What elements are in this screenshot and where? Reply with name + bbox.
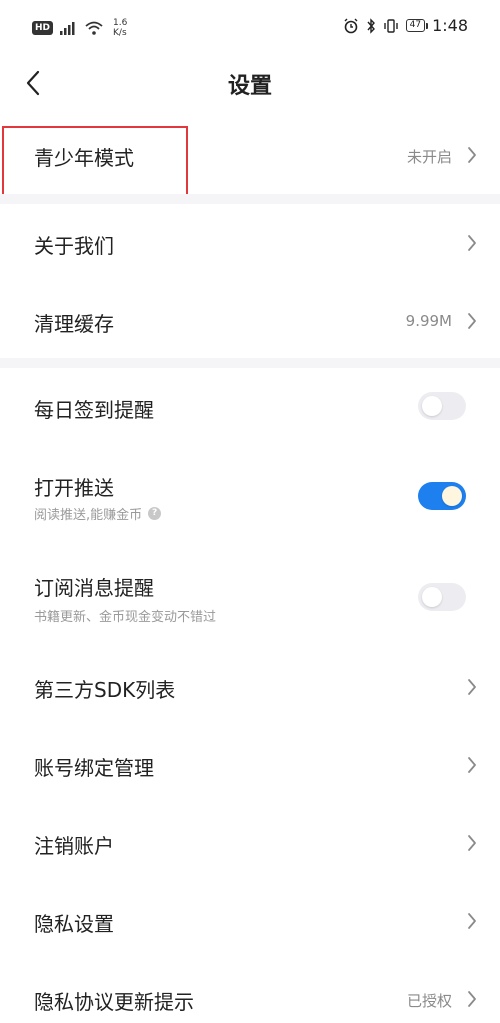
network-speed-unit: K/s [113,28,127,38]
row-title: 隐私设置 [34,912,114,936]
row-title: 订阅消息提醒 [34,576,154,600]
settings-row-account-binding[interactable]: 账号绑定管理 [0,726,500,804]
row-title: 清理缓存 [34,312,114,336]
row-value: 未开启 [406,148,452,166]
settings-row-subscription-reminder: 订阅消息提醒 书籍更新、金币现金变动不错过 [0,546,500,648]
section-divider [0,358,500,368]
toggle-knob [422,396,442,416]
row-subtitle: 阅读推送,能赚金币 ? [34,504,162,523]
settings-row-push: 打开推送 阅读推送,能赚金币 ? [0,446,500,546]
battery-indicator: 47 [405,19,429,32]
row-value: 已授权 [406,992,452,1010]
toggle-knob [442,486,462,506]
chevron-right-icon [468,991,476,1007]
help-icon[interactable]: ? [148,507,162,520]
subscription-reminder-toggle[interactable] [418,583,466,611]
chevron-right-icon [468,313,476,329]
status-time: 1:48 [432,16,468,35]
bluetooth-icon [367,17,375,34]
highlight-annotation [2,126,188,197]
chevron-right-icon [468,757,476,773]
network-speed: 1.6 K/s [113,18,127,38]
settings-row-privacy-policy-update[interactable]: 隐私协议更新提示 已授权 [0,960,500,1023]
chevron-right-icon [468,235,476,251]
row-title: 隐私协议更新提示 [34,990,194,1014]
row-title: 第三方SDK列表 [34,678,176,702]
chevron-right-icon [468,679,476,695]
row-title: 关于我们 [34,234,114,258]
settings-row-clear-cache[interactable]: 清理缓存 9.99M [0,282,500,360]
nav-bar: 设置 [0,58,500,110]
settings-row-checkin-reminder: 每日签到提醒 [0,368,500,446]
row-value: 9.99M [405,312,452,330]
section-divider [0,194,500,204]
chevron-right-icon [468,913,476,929]
settings-row-third-party-sdk[interactable]: 第三方SDK列表 [0,648,500,726]
chevron-right-icon [468,835,476,851]
cellular-signal-icon [60,22,75,35]
chevron-right-icon [468,147,476,163]
status-bar: HD 1.6 K/s 47 1:48 [0,0,500,58]
settings-row-delete-account[interactable]: 注销账户 [0,804,500,882]
checkin-reminder-toggle[interactable] [418,392,466,420]
page-title: 设置 [227,74,272,99]
row-subtitle-text: 书籍更新、金币现金变动不错过 [34,610,217,625]
hd-badge: HD [32,21,54,35]
wifi-icon [85,21,103,35]
settings-row-privacy-settings[interactable]: 隐私设置 [0,882,500,960]
alarm-icon [344,18,358,33]
status-left: HD 1.6 K/s [32,18,127,38]
status-right: 47 1:48 [343,16,468,35]
row-title: 打开推送 [34,476,114,500]
settings-row-about-us[interactable]: 关于我们 [0,204,500,282]
row-title: 注销账户 [34,834,114,858]
row-title: 每日签到提醒 [34,398,154,422]
push-toggle[interactable] [418,482,466,510]
network-speed-value: 1.6 [113,18,128,28]
row-subtitle-text: 阅读推送,能赚金币 [34,508,143,523]
toggle-knob [422,587,442,607]
vibrate-icon [383,18,398,33]
row-title: 账号绑定管理 [34,756,154,780]
row-subtitle: 书籍更新、金币现金变动不错过 [34,606,216,625]
